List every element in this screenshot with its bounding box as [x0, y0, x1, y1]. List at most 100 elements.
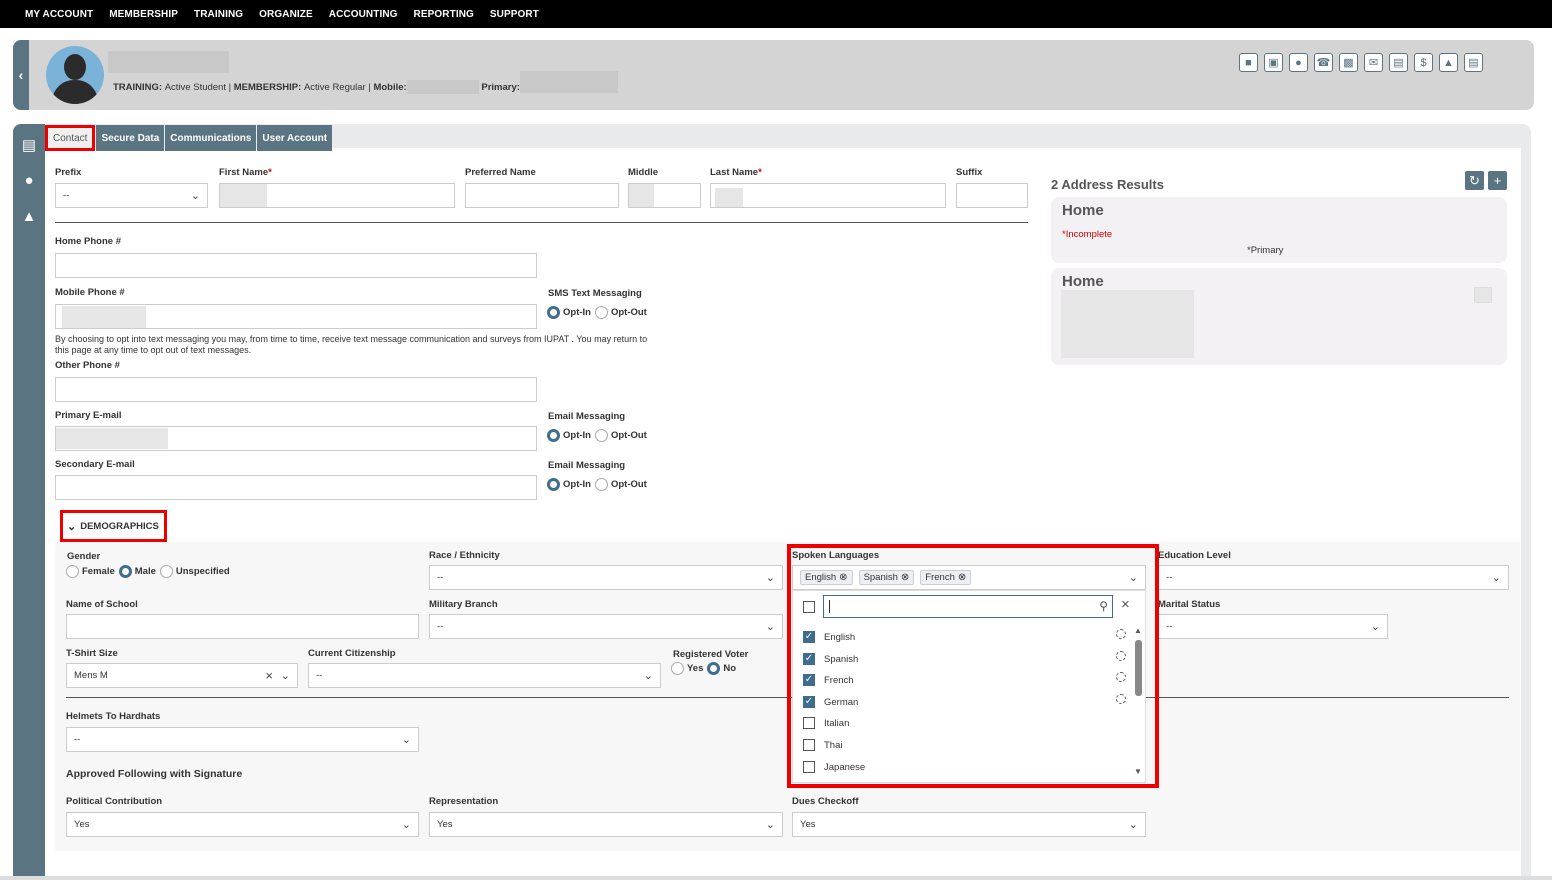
- id-card-icon[interactable]: ▣: [1264, 53, 1283, 72]
- secondary-email-input[interactable]: [55, 475, 537, 500]
- nav-organize[interactable]: ORGANIZE: [251, 9, 321, 20]
- dues-select[interactable]: Yes ⌄: [792, 812, 1146, 837]
- primary-email-input[interactable]: [55, 426, 537, 451]
- checkbox-icon[interactable]: [1474, 287, 1492, 303]
- badge-icon[interactable]: ■: [1239, 53, 1258, 72]
- megaphone-icon[interactable]: ▲: [1439, 53, 1458, 72]
- sms-opt-out[interactable]: Opt-Out: [594, 306, 647, 319]
- disclaimer-line-2: this page at any time to opt out of text…: [55, 345, 252, 355]
- helmets-select[interactable]: -- ⌄: [66, 727, 419, 752]
- address-card-title: Home: [1062, 202, 1104, 219]
- address-card-home[interactable]: Home *Incomplete *Primary: [1051, 197, 1507, 263]
- bottom-edge: [0, 876, 1552, 880]
- radio-icon: [671, 662, 684, 675]
- middle-name-input[interactable]: [628, 183, 701, 208]
- voter-no[interactable]: No: [707, 662, 736, 675]
- message-icon[interactable]: ✉: [1364, 53, 1383, 72]
- nav-my-account[interactable]: MY ACCOUNT: [17, 9, 101, 20]
- mobile-phone-input[interactable]: [55, 304, 537, 329]
- contact-card-icon[interactable]: ▤: [18, 136, 40, 158]
- secondary-email-opt-out[interactable]: Opt-Out: [594, 478, 647, 491]
- gender-male[interactable]: Male: [118, 565, 156, 578]
- gender-female[interactable]: Female: [66, 565, 115, 578]
- required-mark: *: [268, 167, 272, 178]
- clear-icon[interactable]: ×: [265, 668, 273, 683]
- demographics-toggle[interactable]: ⌄ DEMOGRAPHICS: [60, 510, 167, 542]
- spoken-languages-highlight: [787, 544, 1159, 788]
- mobile-label: Mobile:: [373, 81, 407, 93]
- add-icon[interactable]: +: [1488, 171, 1507, 190]
- nav-membership[interactable]: MEMBERSHIP: [101, 9, 186, 20]
- approved-heading: Approved Following with Signature: [66, 768, 243, 780]
- education-label: Education Level: [1158, 550, 1231, 561]
- redacted-name: [108, 51, 229, 73]
- last-name-input[interactable]: [710, 183, 946, 208]
- header-actions: ■ ▣ ● ☎ ▩ ✉ ▤ $ ▲ ▤: [1239, 53, 1483, 72]
- member-header: ‹ TRAINING: Active Student | MEMBERSHIP:…: [13, 40, 1534, 110]
- redacted-value: [715, 188, 743, 207]
- radio-selected-icon: [118, 565, 132, 578]
- gender-option-label: Female: [82, 566, 115, 577]
- contact-card-icon[interactable]: ▤: [1464, 53, 1483, 72]
- tab-user-account[interactable]: User Account: [257, 125, 333, 151]
- redacted-value: [62, 306, 146, 328]
- tab-contact[interactable]: Contact: [45, 125, 96, 151]
- email-opt-out[interactable]: Opt-Out: [594, 429, 647, 442]
- gender-radio-group: Female Male Unspecified: [66, 565, 230, 578]
- sms-opt-in[interactable]: Opt-In: [547, 306, 591, 319]
- chevron-down-icon: ⌄: [401, 734, 411, 746]
- divider: [55, 222, 1028, 223]
- chevron-left-icon[interactable]: ‹: [13, 40, 29, 110]
- email-opt-in[interactable]: Opt-In: [547, 429, 591, 442]
- education-select[interactable]: -- ⌄: [1158, 565, 1509, 590]
- suffix-input[interactable]: [956, 183, 1028, 208]
- address-card-home-2[interactable]: Home: [1051, 268, 1507, 365]
- chevron-down-icon: ⌄: [280, 670, 290, 682]
- nav-accounting[interactable]: ACCOUNTING: [321, 9, 406, 20]
- avatar: [46, 46, 104, 104]
- radio-selected-icon: [547, 478, 560, 491]
- voter-label: Registered Voter: [673, 649, 749, 660]
- secondary-email-opt-in[interactable]: Opt-In: [547, 478, 591, 491]
- race-select[interactable]: -- ⌄: [429, 565, 783, 590]
- nav-support[interactable]: SUPPORT: [482, 9, 547, 20]
- political-select[interactable]: Yes ⌄: [66, 812, 419, 837]
- gender-option-label: Male: [134, 566, 156, 577]
- tab-secure-data[interactable]: Secure Data: [96, 125, 165, 151]
- tshirt-select[interactable]: Mens M × ⌄: [66, 663, 298, 688]
- phone-icon[interactable]: ☎: [1314, 53, 1333, 72]
- dollar-icon[interactable]: $: [1414, 53, 1433, 72]
- school-input[interactable]: [66, 614, 419, 639]
- gender-unspecified[interactable]: Unspecified: [159, 565, 230, 578]
- required-mark: *: [758, 167, 762, 178]
- tab-communications[interactable]: Communications: [165, 125, 257, 151]
- marital-select[interactable]: -- ⌄: [1158, 614, 1388, 639]
- document-icon[interactable]: ▤: [1389, 53, 1408, 72]
- military-select[interactable]: -- ⌄: [429, 614, 783, 639]
- prefix-select[interactable]: -- ⌄: [55, 183, 208, 208]
- citizenship-select[interactable]: -- ⌄: [308, 663, 661, 688]
- sms-disclaimer: By choosing to opt into text messaging y…: [55, 334, 715, 356]
- user-icon[interactable]: ●: [1289, 53, 1308, 72]
- first-name-input[interactable]: [219, 183, 455, 208]
- graduate-icon[interactable]: ▲: [18, 208, 40, 230]
- voter-yes[interactable]: Yes: [671, 662, 703, 675]
- chat-icon[interactable]: ▩: [1339, 53, 1358, 72]
- voter-yes-label: Yes: [687, 663, 704, 674]
- refresh-icon[interactable]: ↻: [1465, 171, 1484, 190]
- radio-icon: [66, 565, 79, 578]
- home-phone-input[interactable]: [55, 253, 537, 278]
- other-phone-input[interactable]: [55, 377, 537, 402]
- nav-reporting[interactable]: REPORTING: [406, 9, 482, 20]
- home-phone-label: Home Phone #: [55, 236, 121, 247]
- user-icon[interactable]: ●: [18, 172, 40, 194]
- nav-training[interactable]: TRAINING: [186, 9, 251, 20]
- military-label: Military Branch: [429, 599, 498, 610]
- redacted-address: [1061, 290, 1194, 358]
- preferred-name-input[interactable]: [465, 183, 619, 208]
- first-name-label-text: First Name: [219, 167, 269, 178]
- representation-select[interactable]: Yes ⌄: [429, 812, 783, 837]
- secondary-email-label: Secondary E-mail: [55, 459, 135, 470]
- redacted-mobile: [406, 80, 479, 94]
- radio-icon: [594, 429, 608, 442]
